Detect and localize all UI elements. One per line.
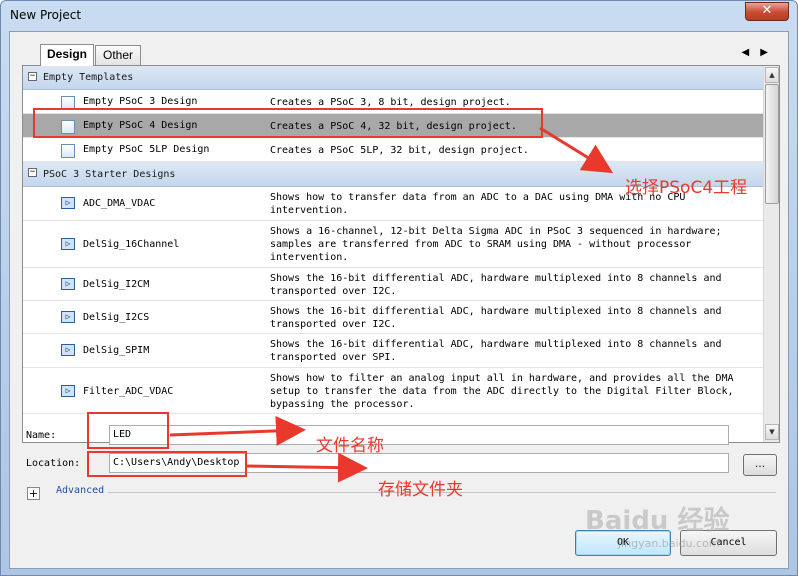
tab-design[interactable]: Design	[40, 44, 94, 66]
annotation-filename: 文件名称	[316, 436, 384, 456]
annotation-folder: 存储文件夹	[378, 480, 463, 500]
baidu-watermark-url: jingyan.baidu.com	[618, 537, 720, 550]
baidu-watermark-logo: Baidu 经验	[585, 506, 730, 536]
annotation-select-psoc4: 选择PSoC4工程	[625, 178, 748, 198]
